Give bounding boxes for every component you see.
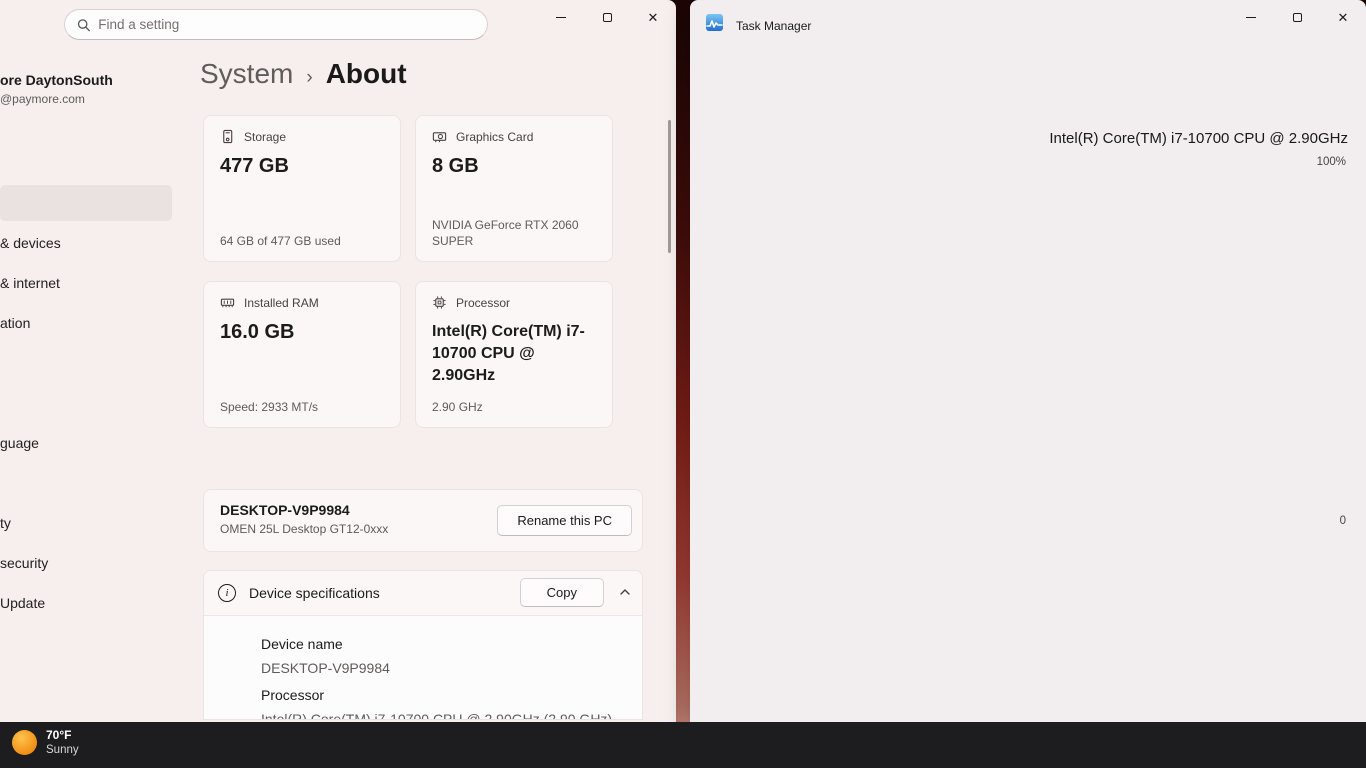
breadcrumb-system[interactable]: System: [200, 58, 293, 90]
account-name: ore DaytonSouth: [0, 72, 113, 88]
sidebar-item-privacy-security[interactable]: security: [0, 555, 48, 571]
device-name-card: DESKTOP-V9P9984 OMEN 25L Desktop GT12-0x…: [203, 489, 643, 552]
maximize-button[interactable]: [584, 0, 630, 34]
settings-search-box[interactable]: [64, 9, 488, 40]
settings-search-input[interactable]: [98, 17, 475, 32]
chevron-up-icon[interactable]: [618, 585, 632, 599]
sidebar-item-system-selected[interactable]: [0, 185, 172, 221]
processor-value: Intel(R) Core(TM) i7-10700 CPU @ 2.90GHz: [432, 321, 596, 387]
settings-scrollbar[interactable]: [668, 120, 671, 253]
storage-footer: 64 GB of 477 GB used: [220, 233, 386, 249]
storage-card-title: Storage: [244, 130, 286, 144]
spec-label: Device name: [261, 636, 642, 652]
minimize-button[interactable]: [538, 0, 584, 34]
graphics-card-title: Graphics Card: [456, 130, 533, 144]
device-specifications-card: i Device specifications Copy Device name…: [203, 570, 643, 720]
processor-card: Processor Intel(R) Core(TM) i7-10700 CPU…: [415, 281, 613, 428]
ram-icon: [220, 295, 235, 310]
ram-value: 16.0 GB: [220, 321, 384, 343]
task-manager-window: Task Manager ✕ Performance Run new task …: [690, 0, 1366, 722]
page-title: About: [326, 58, 407, 90]
ram-footer: Speed: 2933 MT/s: [220, 399, 386, 415]
storage-card: Storage 477 GB 64 GB of 477 GB used: [203, 115, 401, 262]
settings-window: ✕ ore DaytonSouth @paymore.com & devices…: [0, 0, 676, 722]
sidebar-item-windows-update[interactable]: Update: [0, 595, 45, 611]
spec-label: Processor: [261, 687, 642, 703]
graphics-footer: NVIDIA GeForce RTX 2060 SUPER: [432, 217, 598, 249]
cpu-icon: [432, 295, 447, 310]
graphics-card: Graphics Card 8 GB NVIDIA GeForce RTX 20…: [415, 115, 613, 262]
axis-label-0: 0: [1340, 515, 1346, 527]
device-specifications-title: Device specifications: [249, 585, 380, 601]
device-specifications-body: Device name DESKTOP-V9P9984 Processor In…: [204, 616, 642, 720]
task-manager-app-icon: [706, 14, 723, 31]
graphics-value: 8 GB: [432, 155, 596, 177]
sun-icon: [12, 730, 37, 755]
search-icon: [77, 18, 90, 32]
sidebar-item-network-internet[interactable]: & internet: [0, 275, 60, 291]
task-manager-window-controls: ✕: [1228, 0, 1366, 34]
ram-card-title: Installed RAM: [244, 296, 319, 310]
rename-pc-button[interactable]: Rename this PC: [497, 505, 632, 536]
close-button[interactable]: ✕: [1320, 0, 1366, 34]
account-email: @paymore.com: [0, 92, 85, 106]
sidebar-item-bluetooth-devices[interactable]: & devices: [0, 235, 61, 251]
cpu-model-subtitle: Intel(R) Core(TM) i7-10700 CPU @ 2.90GHz: [1049, 130, 1348, 147]
taskbar: 70°F Sunny: [0, 722, 1366, 768]
device-specifications-header[interactable]: i Device specifications Copy: [204, 571, 642, 616]
weather-temp: 70°F: [46, 728, 79, 743]
weather-widget[interactable]: 70°F Sunny: [12, 728, 79, 757]
settings-window-controls: ✕: [538, 0, 676, 34]
axis-label-100: 100%: [1317, 156, 1346, 168]
weather-condition: Sunny: [46, 743, 79, 757]
sidebar-item-personalization[interactable]: ation: [0, 315, 30, 331]
task-manager-titlebar: Task Manager ✕: [690, 0, 1366, 52]
sidebar-item-time-language[interactable]: guage: [0, 435, 39, 451]
gpu-icon: [432, 129, 447, 144]
spec-value: Intel(R) Core(TM) i7-10700 CPU @ 2.90GHz…: [261, 711, 642, 720]
close-button[interactable]: ✕: [630, 0, 676, 34]
desktop: ✕ ore DaytonSouth @paymore.com & devices…: [0, 0, 1366, 768]
processor-card-title: Processor: [456, 296, 510, 310]
spec-value: DESKTOP-V9P9984: [261, 660, 642, 676]
processor-footer: 2.90 GHz: [432, 399, 598, 415]
maximize-button[interactable]: [1274, 0, 1320, 34]
ram-card: Installed RAM 16.0 GB Speed: 2933 MT/s: [203, 281, 401, 428]
storage-value: 477 GB: [220, 155, 384, 177]
info-icon: i: [218, 584, 236, 602]
copy-button[interactable]: Copy: [520, 578, 604, 607]
breadcrumb: System › About: [200, 58, 407, 90]
storage-icon: [220, 129, 235, 144]
minimize-button[interactable]: [1228, 0, 1274, 34]
window-title: Task Manager: [736, 19, 811, 33]
breadcrumb-separator: ›: [306, 67, 312, 89]
sidebar-item-accessibility[interactable]: ty: [0, 515, 11, 531]
